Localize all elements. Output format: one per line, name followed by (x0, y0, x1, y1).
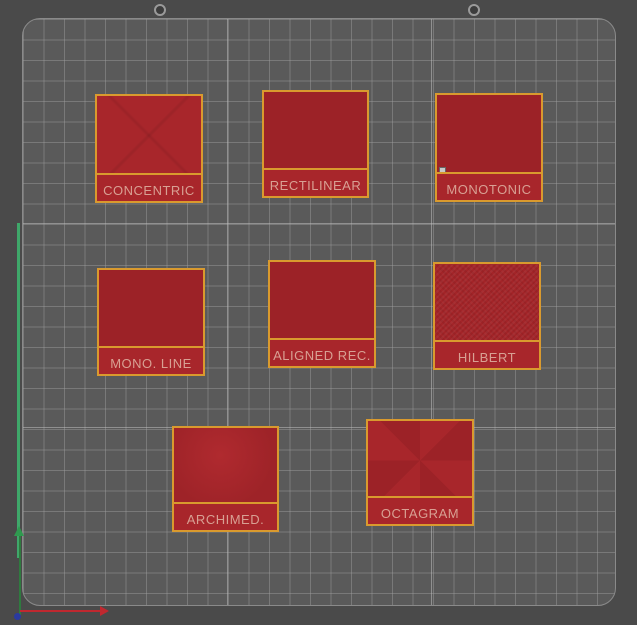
part-top-surface (270, 262, 374, 342)
part-top-surface (368, 421, 472, 500)
part-top-surface (174, 428, 277, 506)
y-axis-gizmo (19, 535, 21, 615)
part-label: ALIGNED REC. (273, 348, 371, 363)
part-top-surface (97, 96, 201, 175)
part-label-strip: RECTILINEAR (264, 168, 367, 196)
part-label-strip: OCTAGRAM (368, 496, 472, 524)
part-top-surface (264, 92, 367, 172)
part-label-strip: CONCENTRIC (97, 173, 201, 201)
part-archimed[interactable]: ARCHIMED. (172, 426, 279, 532)
plate-clip-left (154, 4, 166, 16)
y-axis-arrow-icon (14, 526, 24, 536)
part-concentric[interactable]: CONCENTRIC (95, 94, 203, 203)
part-label-strip: HILBERT (435, 340, 539, 368)
part-top-surface (435, 264, 539, 344)
part-aligned-rec[interactable]: ALIGNED REC. (268, 260, 376, 368)
part-label: MONO. LINE (110, 356, 192, 371)
part-top-surface (437, 95, 541, 175)
x-axis-gizmo (20, 610, 102, 612)
part-label: OCTAGRAM (380, 506, 460, 521)
plate-major-gridline (23, 223, 615, 224)
part-octagram[interactable]: OCTAGRAM (366, 419, 474, 526)
z-axis-origin-icon (14, 613, 21, 620)
x-axis-arrow-icon (100, 606, 109, 616)
part-top-surface (99, 270, 203, 350)
plate-clip-right (468, 4, 480, 16)
y-axis-indicator (17, 223, 20, 558)
part-rectilinear[interactable]: RECTILINEAR (262, 90, 369, 198)
part-label-strip: ARCHIMED. (174, 502, 277, 530)
part-label-strip: MONO. LINE (99, 346, 203, 374)
part-label: MONOTONIC (446, 182, 532, 197)
part-label-strip: ALIGNED REC. (270, 338, 374, 366)
part-label: RECTILINEAR (269, 178, 362, 193)
part-monotonic[interactable]: MONOTONIC (435, 93, 543, 202)
part-label: HILBERT (457, 350, 517, 365)
part-label: ARCHIMED. (186, 512, 265, 527)
plate-major-gridline (23, 427, 615, 428)
part-hilbert[interactable]: HILBERT (433, 262, 541, 370)
part-label: CONCENTRIC (103, 183, 195, 198)
part-mono-line[interactable]: MONO. LINE (97, 268, 205, 376)
part-label-strip: MONOTONIC (437, 172, 541, 200)
